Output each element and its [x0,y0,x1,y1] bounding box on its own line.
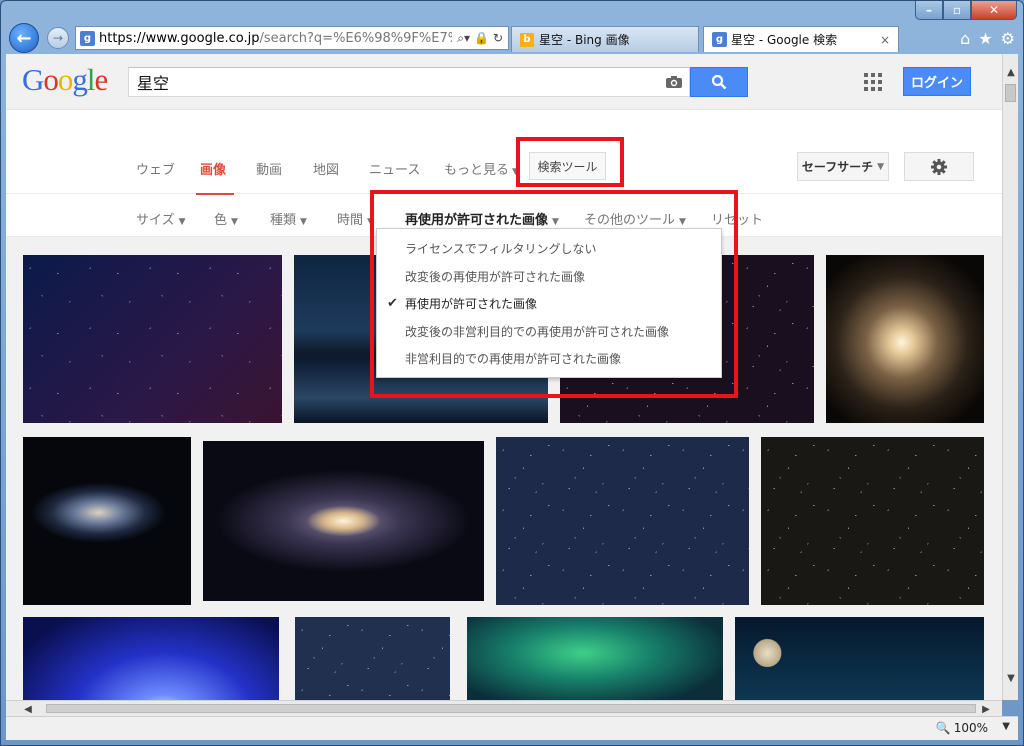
navigation-bar: ← → g https://www.google.co.jp /search?q… [7,23,1019,53]
minimize-button[interactable]: – [915,1,943,20]
dropdown-arrow-icon: ▼ [877,161,885,172]
search-tabs-bar: ウェブ 画像 動画 地図 ニュース もっと見る ▼ 検索ツール セーフサーチ ▼ [6,138,1002,195]
magnifier-icon [711,74,727,90]
tab-google-search[interactable]: g 星空 - Google 検索 × [703,26,899,52]
close-window-button[interactable]: ✕ [971,1,1017,20]
bing-favicon-icon: b [520,32,534,47]
scroll-thumb[interactable] [46,704,976,713]
tool-type[interactable]: 種類 ▼ [270,209,307,228]
refresh-icon[interactable]: ↻ [493,31,503,46]
apps-grid-icon[interactable] [864,73,882,91]
gear-icon[interactable]: ⚙ [1001,29,1015,48]
dropdown-arrow-icon[interactable]: ▼ [1002,721,1010,732]
tab-close-icon[interactable]: × [880,33,890,47]
image-result[interactable] [23,437,191,605]
google-favicon-icon: g [80,30,95,46]
scroll-right-icon[interactable]: ▶ [978,701,994,717]
settings-button[interactable] [904,152,974,181]
horizontal-scrollbar[interactable]: ◀ ▶ [6,700,1002,716]
window-controls: – ▫ ✕ [915,1,1017,20]
tool-time[interactable]: 時間 ▼ [337,209,374,228]
tab-maps[interactable]: 地図 [313,159,339,178]
dropdown-arrow-icon: ▼ [178,217,186,227]
zoom-control[interactable]: 🔍 100% [936,721,988,735]
tab-label: 星空 - Google 検索 [731,33,838,47]
search-input[interactable] [129,68,649,96]
dropdown-arrow-icon: ▼ [231,217,238,227]
scroll-left-icon[interactable]: ◀ [20,701,36,717]
scroll-up-icon[interactable]: ▲ [1003,64,1019,80]
search-icon[interactable]: ⌕▾ [457,31,470,46]
tab-images[interactable]: 画像 [200,159,226,178]
image-result[interactable] [23,255,282,423]
search-box [128,67,690,97]
tab-label: 星空 - Bing 画像 [539,33,630,47]
url-domain: https://www.google.co.jp [99,30,260,46]
maximize-button[interactable]: ▫ [943,1,971,20]
tab-bing-images[interactable]: b 星空 - Bing 画像 [511,26,699,52]
tab-more[interactable]: もっと見る ▼ [444,159,519,178]
tab-videos[interactable]: 動画 [256,159,282,178]
google-logo[interactable]: Google [22,62,108,98]
url-path: /search?q=%E6%98%9F%E7%A9% [259,30,452,46]
status-bar: 🔍 100% ▼ [6,716,1018,740]
zoom-level: 100% [953,721,988,735]
highlight-box-usage-rights [370,190,738,398]
image-result[interactable] [826,255,984,423]
image-result[interactable] [23,617,279,700]
home-icon[interactable]: ⌂ [960,29,970,48]
camera-icon[interactable] [665,75,683,89]
back-button[interactable]: ← [9,23,39,53]
image-result[interactable] [496,437,749,605]
search-button[interactable] [690,67,748,97]
image-result[interactable] [735,617,984,700]
google-header: Google ログイン [6,54,1002,110]
login-button[interactable]: ログイン [903,67,971,96]
favorites-star-icon[interactable]: ★ [978,29,992,48]
tool-color[interactable]: 色 ▼ [214,209,238,228]
zoom-magnifier-icon: 🔍 [935,721,951,735]
highlight-box-search-tools [516,137,624,187]
lock-icon[interactable]: 🔒 [474,31,489,46]
forward-button[interactable]: → [47,27,69,49]
gear-icon [931,158,947,175]
safesearch-button[interactable]: セーフサーチ ▼ [797,152,889,181]
image-result[interactable] [467,617,723,700]
vertical-scrollbar[interactable]: ▲ ▼ [1002,54,1018,700]
dropdown-arrow-icon: ▼ [300,217,307,227]
tool-size[interactable]: サイズ ▼ [136,209,186,228]
address-bar[interactable]: g https://www.google.co.jp /search?q=%E6… [75,26,509,50]
image-result[interactable] [295,617,450,700]
image-result[interactable] [203,441,484,601]
scroll-down-icon[interactable]: ▼ [1003,670,1019,686]
tab-web[interactable]: ウェブ [136,159,175,178]
image-result[interactable] [761,437,984,605]
tab-news[interactable]: ニュース [369,159,420,178]
scroll-thumb[interactable] [1005,84,1016,102]
google-favicon-icon: g [712,32,727,47]
page-viewport: Google ログイン ウェブ 画像 動画 地図 ニュース も [6,54,1002,700]
